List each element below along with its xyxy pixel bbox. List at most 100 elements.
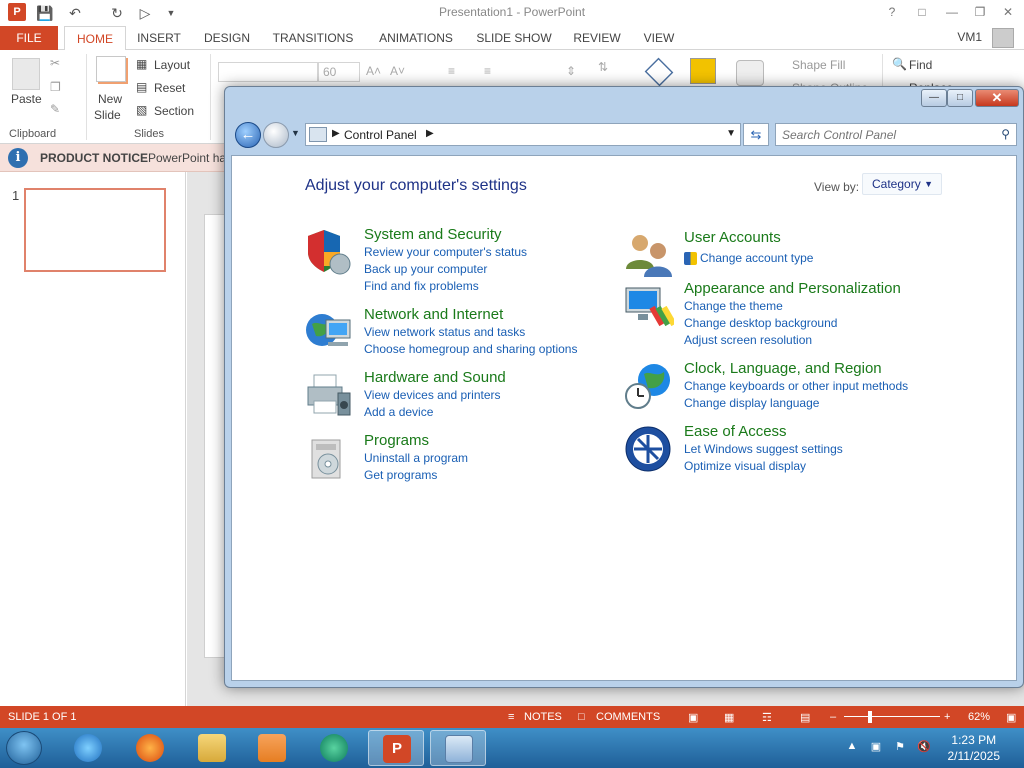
zoom-in-icon[interactable]: + — [944, 711, 950, 723]
avatar[interactable] — [992, 28, 1014, 48]
address-bar[interactable]: ▶ Control Panel ▶ ▼ — [305, 123, 741, 146]
link-screen-resolution[interactable]: Adjust screen resolution — [684, 333, 812, 347]
breadcrumb-arrow-icon[interactable]: ▶ — [332, 128, 340, 139]
action-center-flag-icon[interactable]: ⚑ — [892, 740, 908, 754]
comments-icon[interactable]: □ — [578, 711, 585, 723]
category-title[interactable]: Clock, Language, and Region — [684, 360, 882, 377]
link-find-fix-problems[interactable]: Find and fix problems — [364, 279, 479, 293]
cut-icon[interactable]: ✂ — [50, 56, 60, 70]
find-button[interactable]: Find — [909, 58, 932, 72]
section-icon[interactable]: ▧ — [136, 103, 147, 117]
cp-maximize-button[interactable]: □ — [947, 89, 973, 107]
taskbar-firefox[interactable] — [122, 730, 178, 766]
breadcrumb-arrow-icon[interactable]: ▶ — [426, 128, 434, 139]
link-homegroup-sharing[interactable]: Choose homegroup and sharing options — [364, 342, 577, 356]
cp-close-button[interactable]: ✕ — [975, 89, 1019, 107]
slide-thumbnail[interactable] — [24, 188, 166, 272]
comments-button[interactable]: COMMENTS — [596, 711, 660, 723]
user-name[interactable]: VM1 — [957, 30, 982, 44]
taskbar-powerpoint[interactable]: P — [368, 730, 424, 766]
tab-insert[interactable]: INSERT — [132, 26, 186, 50]
numbering-icon[interactable]: ≡ — [484, 64, 491, 78]
notes-button[interactable]: NOTES — [524, 711, 562, 723]
forward-button[interactable] — [263, 122, 289, 148]
link-back-up[interactable]: Back up your computer — [364, 262, 487, 276]
section-button[interactable]: Section — [154, 104, 194, 118]
link-add-device[interactable]: Add a device — [364, 405, 433, 419]
network-icon[interactable]: ▣ — [868, 740, 884, 754]
category-title[interactable]: Programs — [364, 432, 429, 449]
volume-muted-icon[interactable]: 🔇 — [916, 740, 932, 754]
category-title[interactable]: Network and Internet — [364, 306, 503, 323]
tab-home[interactable]: HOME — [64, 26, 126, 51]
category-title[interactable]: Appearance and Personalization — [684, 280, 901, 297]
new-slide-button[interactable]: New — [98, 92, 122, 106]
recent-pages-dropdown[interactable]: ▼ — [291, 128, 300, 138]
zoom-slider[interactable] — [844, 716, 940, 717]
search-icon[interactable]: ⚲ — [1001, 127, 1010, 141]
help-button[interactable]: ? — [878, 3, 906, 21]
taskbar-internet-explorer[interactable] — [60, 730, 116, 766]
category-title[interactable]: Hardware and Sound — [364, 369, 506, 386]
slide-sorter-icon[interactable]: ▦ — [724, 711, 734, 724]
find-icon[interactable]: 🔍 — [892, 57, 907, 71]
link-review-status[interactable]: Review your computer's status — [364, 245, 527, 259]
reset-icon[interactable]: ▤ — [136, 80, 147, 94]
breadcrumb-control-panel[interactable]: Control Panel — [344, 128, 417, 142]
quick-styles-icon[interactable] — [736, 60, 764, 86]
slide-show-icon[interactable]: ▤ — [800, 711, 810, 724]
tab-view[interactable]: VIEW — [638, 26, 680, 50]
tab-review[interactable]: REVIEW — [568, 26, 626, 50]
paste-button[interactable]: Paste — [11, 92, 42, 106]
increase-font-icon[interactable]: A˄ — [366, 64, 381, 78]
link-change-account-type[interactable]: Change account type — [700, 251, 813, 265]
search-box[interactable]: ⚲ — [775, 123, 1017, 146]
tab-transitions[interactable]: TRANSITIONS — [268, 26, 358, 50]
link-windows-suggest-settings[interactable]: Let Windows suggest settings — [684, 442, 843, 456]
close-button[interactable]: ✕ — [994, 3, 1022, 21]
shapes-icon[interactable] — [644, 57, 674, 87]
zoom-level[interactable]: 62% — [968, 711, 990, 723]
view-by-dropdown[interactable]: Category ▼ — [862, 173, 942, 195]
link-change-theme[interactable]: Change the theme — [684, 299, 783, 313]
taskbar-control-panel[interactable] — [430, 730, 486, 766]
tab-animations[interactable]: ANIMATIONS — [370, 26, 462, 50]
normal-view-icon[interactable]: ▣ — [688, 711, 698, 724]
cp-minimize-button[interactable]: — — [921, 89, 947, 107]
reading-view-icon[interactable]: ☶ — [762, 711, 772, 724]
tab-slide-show[interactable]: SLIDE SHOW — [474, 26, 554, 50]
refresh-button[interactable]: ⇆ — [743, 123, 769, 146]
reset-button[interactable]: Reset — [154, 81, 185, 95]
text-direction-icon[interactable]: ⇅ — [598, 60, 608, 74]
fit-to-window-icon[interactable]: ▣ — [1006, 711, 1016, 724]
shape-fill-button[interactable]: Shape Fill — [792, 58, 845, 72]
link-keyboards-input[interactable]: Change keyboards or other input methods — [684, 379, 908, 393]
taskbar-media-player[interactable] — [244, 730, 300, 766]
link-optimize-visual-display[interactable]: Optimize visual display — [684, 459, 806, 473]
link-network-status[interactable]: View network status and tasks — [364, 325, 525, 339]
category-title[interactable]: User Accounts — [684, 229, 781, 246]
show-hidden-icons-icon[interactable]: ▲ — [844, 740, 860, 754]
font-size-combobox[interactable]: 60 — [318, 62, 360, 82]
link-display-language[interactable]: Change display language — [684, 396, 819, 410]
line-spacing-icon[interactable]: ⇕ — [566, 64, 576, 78]
font-name-combobox[interactable] — [218, 62, 318, 82]
arrange-icon[interactable] — [690, 58, 716, 84]
ribbon-display-options-button[interactable]: □ — [908, 3, 936, 21]
tab-design[interactable]: DESIGN — [198, 26, 256, 50]
taskbar-app[interactable] — [306, 730, 362, 766]
bullets-icon[interactable]: ≡ — [448, 64, 455, 78]
link-devices-printers[interactable]: View devices and printers — [364, 388, 501, 402]
decrease-font-icon[interactable]: A˅ — [390, 64, 405, 78]
category-title[interactable]: System and Security — [364, 226, 502, 243]
new-slide-button-line2[interactable]: Slide — [94, 108, 121, 122]
link-get-programs[interactable]: Get programs — [364, 468, 437, 482]
search-input[interactable] — [782, 127, 992, 142]
back-button[interactable]: ← — [235, 122, 261, 148]
layout-button[interactable]: Layout — [154, 58, 190, 72]
paste-icon[interactable] — [12, 58, 40, 90]
clock[interactable]: 1:23 PM 2/11/2025 — [948, 732, 1001, 764]
new-slide-icon[interactable] — [96, 56, 126, 82]
link-uninstall-program[interactable]: Uninstall a program — [364, 451, 468, 465]
minimize-button[interactable]: — — [938, 3, 966, 21]
